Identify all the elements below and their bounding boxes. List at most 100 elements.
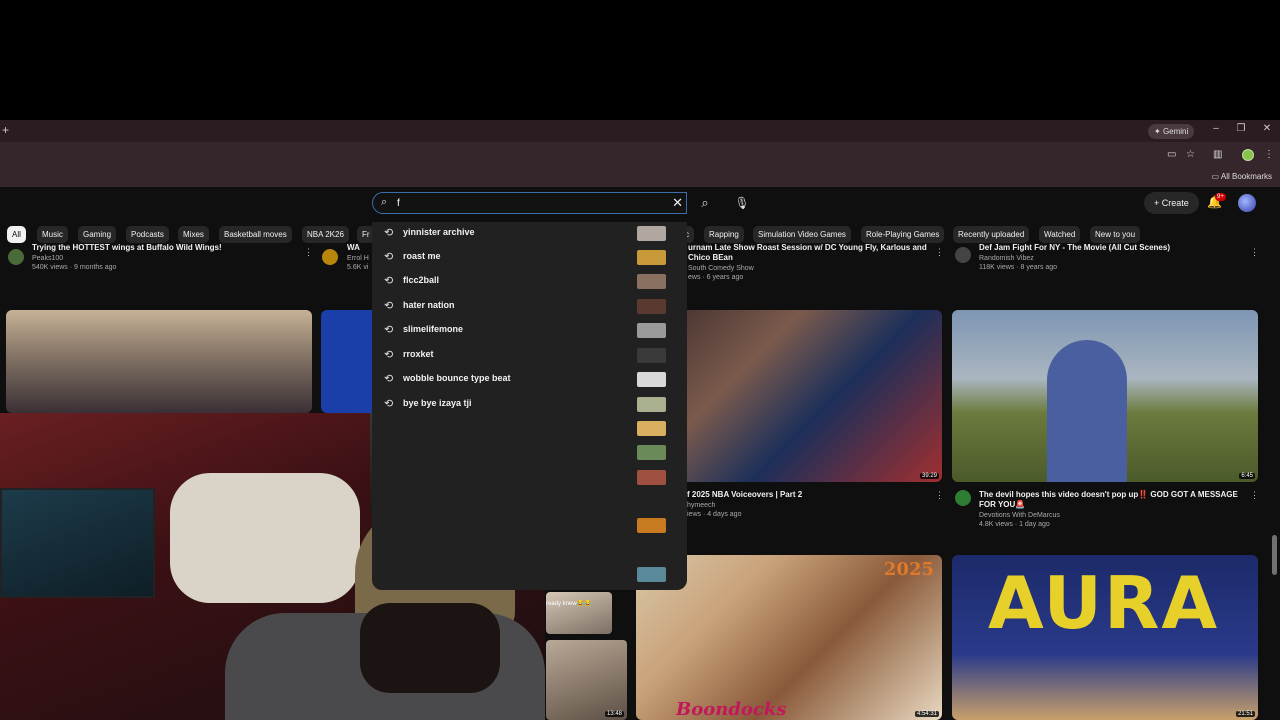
chip-rapping[interactable]: Rapping (704, 226, 744, 243)
side-panel-icon[interactable]: ▥ (1213, 149, 1222, 160)
suggestion-text: rroxket (403, 349, 434, 359)
history-icon: ⟲ (384, 373, 394, 385)
suggestion-thumbnail (637, 226, 666, 241)
suggestion-text: hater nation (403, 300, 455, 310)
channel-name[interactable]: Randomish Vibez (979, 255, 1239, 262)
monitor-screen (0, 488, 155, 598)
chip-mixes[interactable]: Mixes (178, 226, 209, 243)
video-duration: 39:29 (919, 473, 939, 479)
video-title[interactable]: Trying the HOTTEST wings at Buffalo Wild… (32, 243, 302, 253)
video-thumbnail[interactable]: AURA 21:51 (952, 555, 1258, 720)
channel-avatar[interactable] (322, 249, 338, 265)
profile-icon[interactable] (1242, 149, 1254, 161)
video-thumbnail[interactable]: 6:45 (952, 310, 1258, 482)
channel-avatar[interactable] (8, 249, 24, 265)
all-bookmarks[interactable]: ▭ All Bookmarks (1212, 172, 1272, 181)
close-window-icon[interactable]: ✕ (1257, 123, 1277, 134)
suggestion-text: yinnister archive (403, 227, 475, 237)
screen: + ✦ Gemini – ❐ ✕ ▭ ☆ ▥ ⋮ ▭ All Bookmarks… (0, 0, 1280, 720)
suggestion-thumbnail (637, 421, 666, 436)
video-meta: urnam Late Show Roast Session w/ DC Youn… (688, 243, 928, 281)
youtube-header: ⌕ ✕ ⌕ 🎙 + Create 🔔 9+ (0, 187, 1280, 223)
cast-icon[interactable]: ▭ (1167, 149, 1176, 160)
chip-new-to-you[interactable]: New to you (1090, 226, 1141, 243)
history-icon: ⟲ (384, 227, 394, 239)
channel-name[interactable]: hymeech (687, 502, 927, 509)
chip-nba-2k26[interactable]: NBA 2K26 (302, 226, 349, 243)
account-avatar[interactable] (1238, 194, 1256, 212)
history-icon: ⟲ (384, 324, 394, 336)
video-meta: The devil hopes this video doesn't pop u… (979, 490, 1239, 528)
suggestion-text: slimelifemone (403, 324, 464, 334)
chip-all[interactable]: All (7, 226, 26, 243)
menu-dots-icon[interactable]: ⋮ (1264, 149, 1274, 160)
search-suggestions: ⟲ yinnister archive ⟲ roast me ⟲ flcc2ba… (372, 222, 687, 590)
chip-music[interactable]: Music (37, 226, 68, 243)
video-stats: 118K views · 8 years ago (979, 264, 1058, 271)
bookmarks-bar: ▭ All Bookmarks (0, 169, 1280, 187)
suggestion-thumbnail (637, 470, 666, 485)
chip-podcasts[interactable]: Podcasts (126, 226, 169, 243)
video-title[interactable]: The devil hopes this video doesn't pop u… (979, 490, 1239, 510)
gemini-label: Gemini (1162, 127, 1189, 136)
video-stats: iews · 4 days ago (687, 511, 742, 518)
more-options-icon[interactable]: ⋮ (935, 247, 944, 258)
search-button[interactable]: ⌕ (692, 192, 718, 214)
video-title[interactable]: urnam Late Show Roast Session w/ DC Youn… (688, 243, 928, 263)
stream-caption: ready knew😂😂 (546, 601, 592, 607)
voice-search-icon[interactable]: 🎙 (730, 192, 754, 214)
browser-toolbar: ▭ ☆ ▥ ⋮ (0, 142, 1280, 169)
channel-avatar[interactable] (955, 247, 971, 263)
chip-simulation-video-games[interactable]: Simulation Video Games (753, 226, 851, 243)
thumbnail-title-text: Boondocks (676, 699, 787, 720)
suggestion-thumbnail (637, 372, 666, 387)
video-meta: Trying the HOTTEST wings at Buffalo Wild… (32, 243, 302, 271)
suggestion-text: flcc2ball (403, 275, 440, 285)
chip-gaming[interactable]: Gaming (78, 226, 117, 243)
pillow-shape (170, 473, 360, 603)
new-tab-icon[interactable]: + (2, 123, 9, 137)
chip-recently-uploaded[interactable]: Recently uploaded (953, 226, 1030, 243)
history-icon: ⟲ (384, 398, 394, 410)
chip-watched[interactable]: Watched (1039, 226, 1081, 243)
suggestion-thumbnail (637, 348, 666, 363)
channel-name[interactable]: South Comedy Show (688, 265, 928, 272)
channel-name[interactable]: Devotions With DeMarcus (979, 512, 1239, 519)
more-options-icon[interactable]: ⋮ (1250, 247, 1259, 258)
video-meta: Def Jam Fight For NY - The Movie (All Cu… (979, 243, 1239, 271)
suggestion-thumbnail (637, 250, 666, 265)
stream-thumbnail: 13:48 (546, 640, 627, 720)
more-options-icon[interactable]: ⋮ (935, 490, 944, 501)
history-icon: ⟲ (384, 251, 394, 263)
search-input[interactable] (397, 196, 657, 210)
chip-basketball-moves[interactable]: Basketball moves (219, 226, 292, 243)
history-icon: ⟲ (384, 349, 394, 361)
gemini-button[interactable]: ✦ Gemini (1148, 124, 1195, 139)
restore-icon[interactable]: ❐ (1231, 123, 1251, 134)
page-scrollbar[interactable] (1272, 535, 1277, 575)
video-title[interactable]: Def Jam Fight For NY - The Movie (All Cu… (979, 243, 1239, 253)
clear-search-icon[interactable]: ✕ (672, 195, 683, 211)
suggestion-thumbnail (637, 299, 666, 314)
video-duration: 6:45 (1239, 473, 1255, 479)
history-icon: ⟲ (384, 300, 394, 312)
search-box[interactable]: ⌕ ✕ (372, 192, 687, 214)
video-title[interactable]: WA (347, 243, 371, 253)
suggestion-text: roast me (403, 251, 441, 261)
channel-name[interactable]: Errol H (347, 255, 371, 262)
stream-thumbnail: ready knew😂😂 (546, 592, 612, 634)
more-options-icon[interactable]: ⋮ (304, 247, 313, 258)
minimize-icon[interactable]: – (1206, 123, 1226, 134)
thumbnail-year-text: 2025 (883, 559, 934, 580)
video-thumbnail[interactable] (6, 310, 312, 413)
channel-name[interactable]: Peaks100 (32, 255, 302, 262)
video-title[interactable]: f 2025 NBA Voiceovers | Part 2 (687, 490, 927, 500)
more-options-icon[interactable]: ⋮ (1250, 490, 1259, 501)
video-meta: f 2025 NBA Voiceovers | Part 2 hymeech i… (687, 490, 927, 518)
video-duration: 21:51 (1235, 711, 1255, 717)
create-button[interactable]: + Create (1144, 192, 1199, 214)
bookmark-star-icon[interactable]: ☆ (1186, 149, 1195, 160)
suggestion-thumbnail (637, 274, 666, 289)
channel-avatar[interactable] (955, 490, 971, 506)
chip-role-playing-games[interactable]: Role-Playing Games (861, 226, 945, 243)
